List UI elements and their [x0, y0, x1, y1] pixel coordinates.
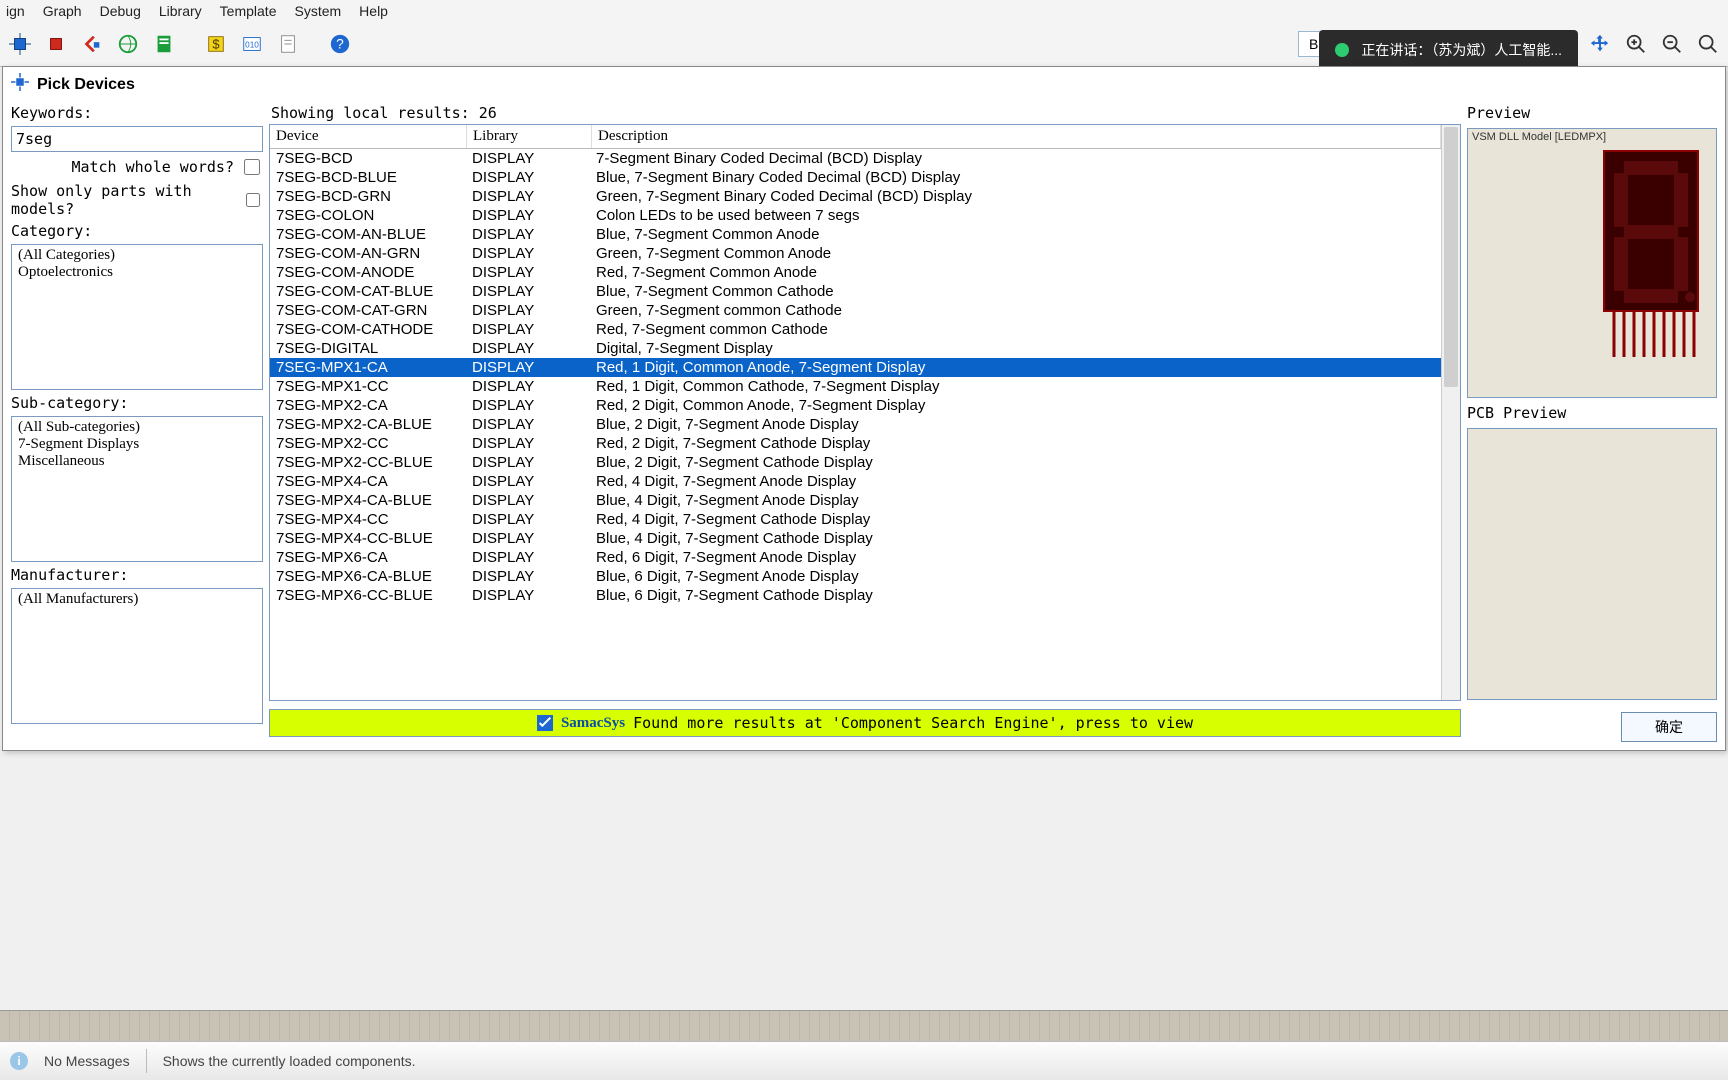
header-device[interactable]: Device [270, 125, 467, 148]
back-to-chip-icon[interactable] [76, 28, 108, 60]
table-row[interactable]: 7SEG-MPX1-CCDISPLAYRed, 1 Digit, Common … [270, 377, 1441, 396]
globe-wrench-icon[interactable] [112, 28, 144, 60]
menu-library[interactable]: Library [159, 3, 202, 19]
results-count: Showing local results: 26 [269, 104, 1461, 124]
table-row[interactable]: 7SEG-MPX2-CC-BLUEDISPLAYBlue, 2 Digit, 7… [270, 453, 1441, 472]
table-row[interactable]: 7SEG-BCDDISPLAY7-Segment Binary Coded De… [270, 149, 1441, 168]
svg-text:$: $ [212, 37, 219, 52]
results-scrollbar[interactable] [1441, 125, 1460, 700]
manufacturer-list[interactable]: (All Manufacturers) [11, 588, 263, 724]
table-row[interactable]: 7SEG-BCD-BLUEDISPLAYBlue, 7-Segment Bina… [270, 168, 1441, 187]
pick-devices-dialog: Pick Devices Keywords: Match whole words… [2, 66, 1726, 751]
table-row[interactable]: 7SEG-COLONDISPLAYColon LEDs to be used b… [270, 206, 1441, 225]
subcategory-label: Sub-category: [11, 394, 263, 412]
table-row[interactable]: 7SEG-MPX6-CADISPLAYRed, 6 Digit, 7-Segme… [270, 548, 1441, 567]
table-row[interactable]: 7SEG-COM-CAT-BLUEDISPLAYBlue, 7-Segment … [270, 282, 1441, 301]
list-item[interactable]: 7-Segment Displays [12, 436, 262, 453]
list-item[interactable]: (All Categories) [12, 247, 262, 264]
menu-system[interactable]: System [294, 3, 341, 19]
results-grid: Device Library Description 7SEG-BCDDISPL… [269, 124, 1461, 701]
help-icon[interactable]: ? [324, 28, 356, 60]
menu-bar[interactable]: ign Graph Debug Library Template System Help [0, 0, 1728, 22]
only-models-label: Show only parts with models? [11, 182, 236, 218]
table-row[interactable]: 7SEG-MPX2-CADISPLAYRed, 2 Digit, Common … [270, 396, 1441, 415]
pcb-preview [1467, 428, 1717, 700]
table-row[interactable]: 7SEG-MPX4-CCDISPLAYRed, 4 Digit, 7-Segme… [270, 510, 1441, 529]
table-row[interactable]: 7SEG-MPX2-CCDISPLAYRed, 2 Digit, 7-Segme… [270, 434, 1441, 453]
note-icon[interactable] [272, 28, 304, 60]
chip-icon [11, 73, 29, 96]
status-bar: i No Messages Shows the currently loaded… [0, 1041, 1728, 1080]
status-hint: Shows the currently loaded components. [163, 1053, 416, 1069]
table-row[interactable]: 7SEG-MPX4-CC-BLUEDISPLAYBlue, 4 Digit, 7… [270, 529, 1441, 548]
list-item[interactable]: (All Manufacturers) [12, 591, 262, 608]
preview-panel: Preview VSM DLL Model [LEDMPX] [1467, 104, 1717, 742]
pan-icon[interactable] [1584, 28, 1616, 60]
only-models-checkbox[interactable] [246, 192, 260, 208]
chip-blue-icon[interactable] [4, 28, 36, 60]
dialog-title: Pick Devices [37, 76, 135, 94]
table-row[interactable]: 7SEG-COM-AN-BLUEDISPLAYBlue, 7-Segment C… [270, 225, 1441, 244]
keywords-label: Keywords: [11, 104, 263, 122]
results-header[interactable]: Device Library Description [270, 125, 1441, 149]
results-panel: Showing local results: 26 Device Library… [269, 104, 1461, 742]
filters-panel: Keywords: Match whole words? Show only p… [11, 104, 263, 742]
chip-red-icon[interactable] [40, 28, 72, 60]
menu-help[interactable]: Help [359, 3, 388, 19]
ruler-strip [0, 1010, 1728, 1042]
table-row[interactable]: 7SEG-BCD-GRNDISPLAYGreen, 7-Segment Bina… [270, 187, 1441, 206]
list-item[interactable]: Optoelectronics [12, 264, 262, 281]
zoom-out-icon[interactable] [1656, 28, 1688, 60]
table-row[interactable]: 7SEG-MPX4-CADISPLAYRed, 4 Digit, 7-Segme… [270, 472, 1441, 491]
menu-ign[interactable]: ign [6, 3, 25, 19]
table-row[interactable]: 7SEG-COM-ANODEDISPLAYRed, 7-Segment Comm… [270, 263, 1441, 282]
menu-template[interactable]: Template [220, 3, 277, 19]
table-row[interactable]: 7SEG-MPX4-CA-BLUEDISPLAYBlue, 4 Digit, 7… [270, 491, 1441, 510]
category-list[interactable]: (All Categories)Optoelectronics [11, 244, 263, 390]
match-whole-checkbox[interactable] [244, 159, 260, 175]
manufacturer-label: Manufacturer: [11, 566, 263, 584]
sheet-green-icon[interactable] [148, 28, 180, 60]
preview-caption: VSM DLL Model [LEDMPX] [1472, 131, 1606, 143]
table-row[interactable]: 7SEG-DIGITALDISPLAYDigital, 7-Segment Di… [270, 339, 1441, 358]
samacsys-text: Found more results at 'Component Search … [633, 714, 1193, 732]
table-row[interactable]: 7SEG-COM-CATHODEDISPLAYRed, 7-Segment co… [270, 320, 1441, 339]
speech-overlay: 正在讲话：（苏为斌）人工智能... [1319, 30, 1578, 70]
dialog-title-bar: Pick Devices [3, 67, 1725, 102]
svg-text:010: 010 [245, 41, 259, 50]
menu-graph[interactable]: Graph [43, 3, 82, 19]
list-item[interactable]: (All Sub-categories) [12, 419, 262, 436]
speech-text: 正在讲话：（苏为斌）人工智能... [1361, 40, 1562, 60]
preview-label: Preview [1467, 104, 1717, 122]
keywords-input[interactable] [11, 126, 263, 152]
table-row[interactable]: 7SEG-COM-CAT-GRNDISPLAYGreen, 7-Segment … [270, 301, 1441, 320]
money-icon[interactable]: $ [200, 28, 232, 60]
subcategory-list[interactable]: (All Sub-categories)7-Segment DisplaysMi… [11, 416, 263, 562]
zoom-fit-icon[interactable] [1692, 28, 1724, 60]
table-row[interactable]: 7SEG-MPX6-CA-BLUEDISPLAYBlue, 6 Digit, 7… [270, 567, 1441, 586]
header-description[interactable]: Description [592, 125, 1441, 148]
ok-button[interactable]: 确定 [1621, 712, 1717, 742]
no-messages-label: No Messages [44, 1053, 130, 1069]
menu-debug[interactable]: Debug [100, 3, 141, 19]
zoom-in-icon[interactable] [1620, 28, 1652, 60]
mic-icon [1335, 43, 1349, 57]
svg-text:?: ? [336, 37, 344, 52]
table-row[interactable]: 7SEG-COM-AN-GRNDISPLAYGreen, 7-Segment C… [270, 244, 1441, 263]
samacsys-banner[interactable]: SamacSys Found more results at 'Componen… [269, 709, 1461, 737]
match-whole-label: Match whole words? [71, 158, 234, 176]
pcb-preview-label: PCB Preview [1467, 404, 1717, 422]
schematic-preview: VSM DLL Model [LEDMPX] [1467, 128, 1717, 398]
list-item[interactable]: Miscellaneous [12, 453, 262, 470]
table-row[interactable]: 7SEG-MPX1-CADISPLAYRed, 1 Digit, Common … [270, 358, 1441, 377]
info-icon: i [10, 1052, 28, 1070]
category-label: Category: [11, 222, 263, 240]
samacsys-brand: SamacSys [561, 715, 625, 732]
table-row[interactable]: 7SEG-MPX2-CA-BLUEDISPLAYBlue, 2 Digit, 7… [270, 415, 1441, 434]
table-row[interactable]: 7SEG-MPX6-CC-BLUEDISPLAYBlue, 6 Digit, 7… [270, 586, 1441, 605]
header-library[interactable]: Library [467, 125, 592, 148]
seven-segment-icon [1586, 147, 1706, 367]
binary-icon[interactable]: 010 [236, 28, 268, 60]
